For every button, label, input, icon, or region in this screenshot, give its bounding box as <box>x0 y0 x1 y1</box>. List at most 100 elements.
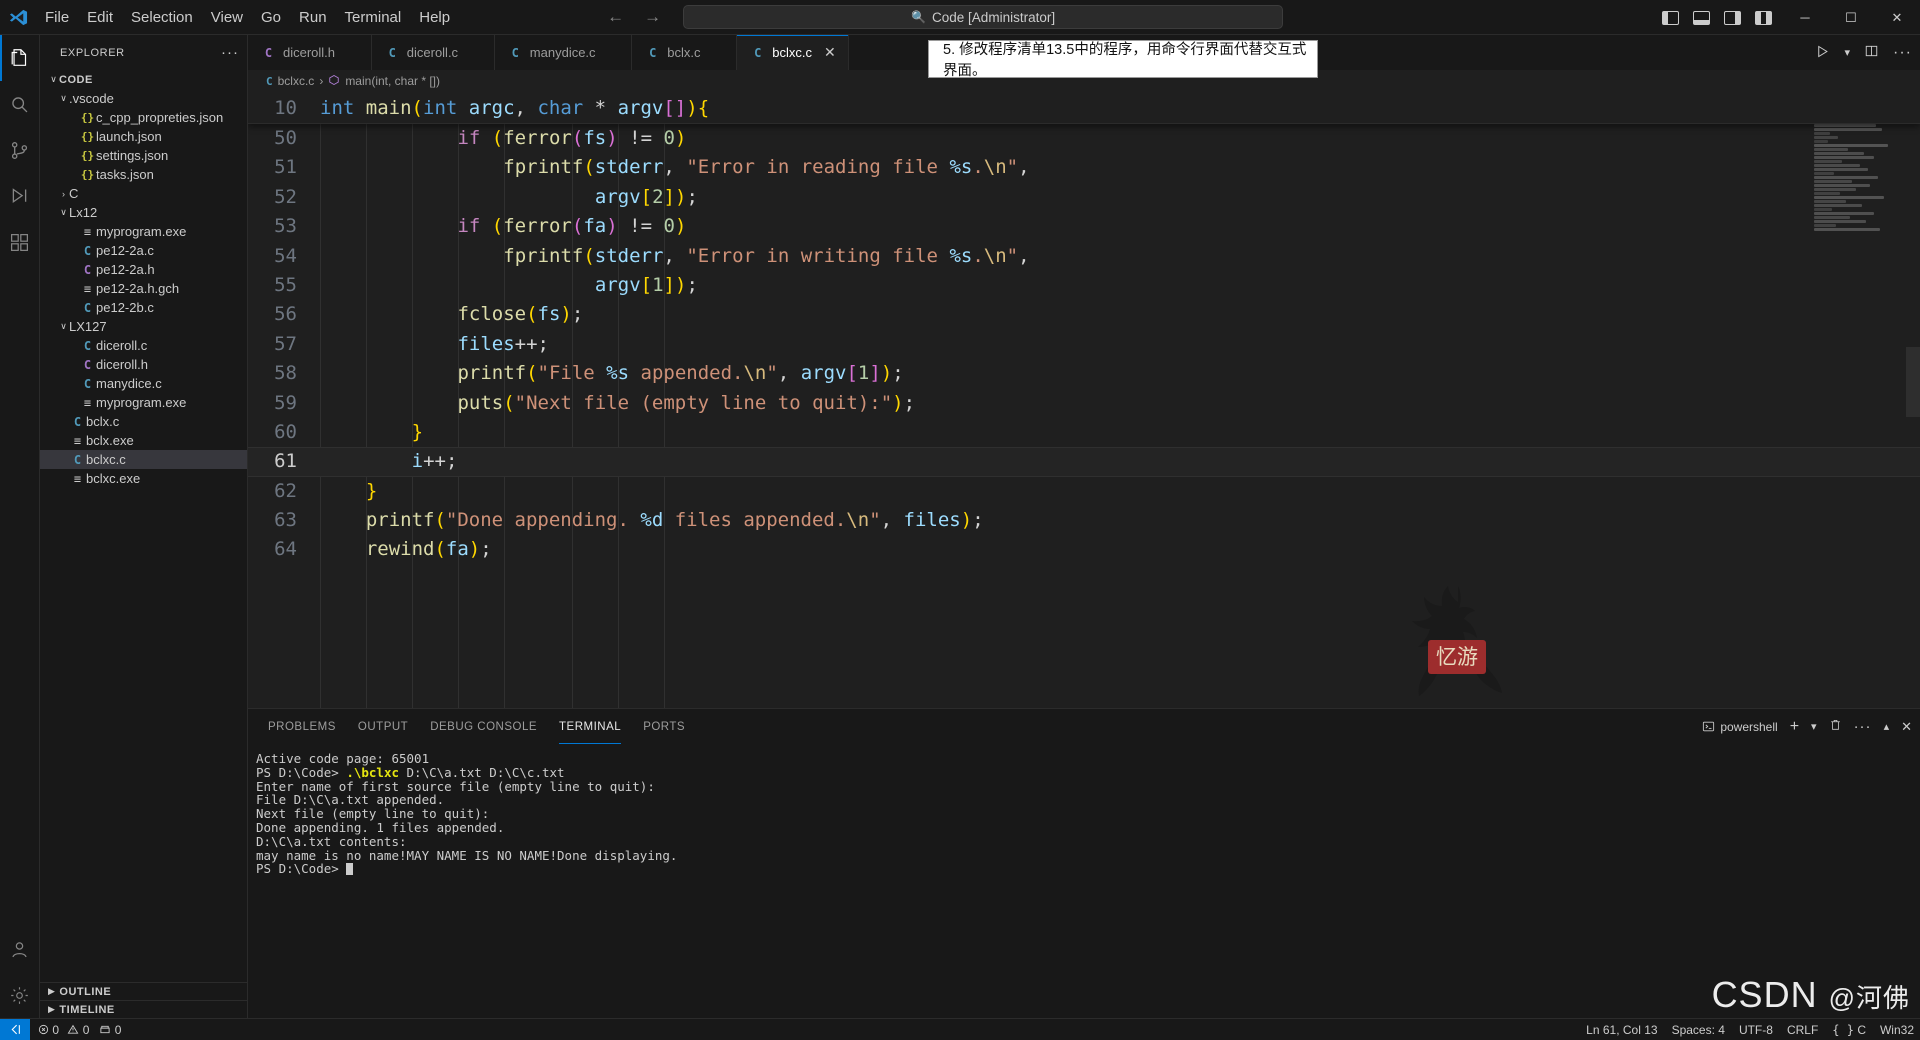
activity-search[interactable] <box>0 81 40 127</box>
tree-file-bclxc.exe[interactable]: ≡ bclxc.exe <box>40 469 247 488</box>
tree-file-launch.json[interactable]: {} launch.json <box>40 127 247 146</box>
code-line[interactable]: 54 fprintf(stderr, "Error in writing fil… <box>248 242 1920 271</box>
tree-file-c_cpp_propreties.json[interactable]: {} c_cpp_propreties.json <box>40 108 247 127</box>
activity-extensions[interactable] <box>0 219 40 265</box>
panel-tab-ports[interactable]: PORTS <box>643 709 685 744</box>
menu-go[interactable]: Go <box>252 5 290 30</box>
menu-run[interactable]: Run <box>290 5 336 30</box>
tree-file-pe12-2b.c[interactable]: Cpe12-2b.c <box>40 298 247 317</box>
code-line[interactable]: 63 printf("Done appending. %d files appe… <box>248 506 1920 535</box>
code-line[interactable]: 58 printf("File %s appended.\n", argv[1]… <box>248 359 1920 388</box>
tree-file-settings.json[interactable]: {} settings.json <box>40 146 247 165</box>
panel-more-actions-icon[interactable]: ··· <box>1854 718 1872 735</box>
terminal-dropdown-chevron-icon[interactable]: ▾ <box>1811 720 1817 733</box>
sidebar-section-outline[interactable]: ▶ OUTLINE <box>40 982 247 1000</box>
code-line[interactable]: 64 rewind(fa); <box>248 535 1920 564</box>
kill-terminal-trash-icon[interactable] <box>1829 718 1842 735</box>
panel-tab-debug-console[interactable]: DEBUG CONSOLE <box>430 709 537 744</box>
tree-file-bclxc.c[interactable]: Cbclxc.c <box>40 450 247 469</box>
menu-file[interactable]: File <box>36 5 78 30</box>
tree-folder-lx127[interactable]: ∨ LX127 <box>40 317 247 336</box>
maximize-panel-chevron-up-icon[interactable]: ▴ <box>1884 720 1890 733</box>
tree-root-code[interactable]: ∨ CODE <box>40 70 247 89</box>
editor-tabs[interactable]: Cdiceroll.h✕Cdiceroll.c✕Cmanydice.c✕Cbcl… <box>248 35 849 70</box>
code-line[interactable]: 53 if (ferror(fa) != 0) <box>248 212 1920 241</box>
maximize-button[interactable]: ☐ <box>1828 0 1874 35</box>
editor-tab-diceroll-h[interactable]: Cdiceroll.h✕ <box>248 35 372 70</box>
panel-tab-problems[interactable]: PROBLEMS <box>268 709 336 744</box>
breadcrumb-file[interactable]: bclxc.c <box>278 74 315 88</box>
split-editor-icon[interactable] <box>1864 44 1879 61</box>
close-panel-icon[interactable]: ✕ <box>1901 719 1912 735</box>
tree-file-bclx.exe[interactable]: ≡ bclx.exe <box>40 431 247 450</box>
ports-status[interactable]: 0 <box>99 1023 121 1037</box>
toggle-panel-icon[interactable] <box>1693 10 1710 25</box>
tree-file-manydice.c[interactable]: Cmanydice.c <box>40 374 247 393</box>
tree-file-diceroll.c[interactable]: Cdiceroll.c <box>40 336 247 355</box>
minimize-button[interactable]: ─ <box>1782 0 1828 35</box>
code-line-current[interactable]: 61 i++; <box>248 447 1920 477</box>
code-line[interactable]: 59 puts("Next file (empty line to quit):… <box>248 389 1920 418</box>
run-code-icon[interactable] <box>1815 44 1830 62</box>
toggle-secondary-sidebar-icon[interactable] <box>1724 10 1741 25</box>
tree-folder-.vscode[interactable]: ∨ .vscode <box>40 89 247 108</box>
tree-file-bclx.c[interactable]: Cbclx.c <box>40 412 247 431</box>
encoding[interactable]: UTF-8 <box>1739 1023 1773 1037</box>
code-line[interactable]: 50 if (ferror(fs) != 0) <box>248 124 1920 153</box>
editor-tab-bclx-c[interactable]: Cbclx.c✕ <box>632 35 738 70</box>
terminal-output[interactable]: Active code page: 65001 PS D:\Code> .\bcl… <box>248 744 1920 1018</box>
tree-file-tasks.json[interactable]: {} tasks.json <box>40 165 247 184</box>
remote-indicator[interactable] <box>0 1018 30 1040</box>
panel-tab-terminal[interactable]: TERMINAL <box>559 709 622 744</box>
tree-file-pe12-2a.h[interactable]: Cpe12-2a.h <box>40 260 247 279</box>
activity-manage-gear-icon[interactable] <box>0 972 40 1018</box>
go-forward-icon[interactable]: → <box>644 7 661 27</box>
new-terminal-icon[interactable]: + <box>1790 718 1799 736</box>
language-mode[interactable]: { } C <box>1832 1023 1866 1037</box>
code-line[interactable]: 52 argv[2]); <box>248 183 1920 212</box>
customize-layout-icon[interactable] <box>1755 10 1772 25</box>
tree-folder-c[interactable]: › C <box>40 184 247 203</box>
sticky-scroll-header[interactable]: 10 int main(int argc, char * argv[]){ <box>248 92 1920 124</box>
quick-input-bar[interactable]: 🔍 Code [Administrator] <box>683 5 1284 29</box>
sidebar-section-timeline[interactable]: ▶ TIMELINE <box>40 1000 247 1018</box>
code-line[interactable]: 51 fprintf(stderr, "Error in reading fil… <box>248 153 1920 182</box>
code-line[interactable]: 57 files++; <box>248 330 1920 359</box>
breadcrumb-symbol[interactable]: main(int, char * []) <box>345 74 440 88</box>
menu-terminal[interactable]: Terminal <box>336 5 411 30</box>
file-tree[interactable]: ∨ CODE ∨ .vscode{} c_cpp_propreties.json{} la… <box>40 70 247 982</box>
code-line[interactable]: 60 } <box>248 418 1920 447</box>
editor-tab-bclxc-c[interactable]: Cbclxc.c ✕ <box>737 35 849 70</box>
code-editor[interactable]: 10 int main(int argc, char * argv[]){ 50… <box>248 92 1920 708</box>
editor-tab-manydice-c[interactable]: Cmanydice.c✕ <box>494 35 633 70</box>
tree-file-pe12-2a.h.gch[interactable]: ≡ pe12-2a.h.gch <box>40 279 247 298</box>
menu-help[interactable]: Help <box>410 5 459 30</box>
indentation[interactable]: Spaces: 4 <box>1672 1023 1725 1037</box>
chevron-down-icon[interactable]: ▾ <box>1844 46 1850 59</box>
code-line[interactable]: 62 } <box>248 477 1920 506</box>
platform[interactable]: Win32 <box>1880 1023 1914 1037</box>
code-line[interactable]: 56 fclose(fs); <box>248 300 1920 329</box>
tree-file-myprogram.exe[interactable]: ≡ myprogram.exe <box>40 393 247 412</box>
menu-edit[interactable]: Edit <box>78 5 122 30</box>
code-line[interactable]: 55 argv[1]); <box>248 271 1920 300</box>
problems-status[interactable]: 0 0 <box>38 1023 89 1037</box>
cursor-position[interactable]: Ln 61, Col 13 <box>1586 1023 1657 1037</box>
tree-file-diceroll.h[interactable]: Cdiceroll.h <box>40 355 247 374</box>
go-back-icon[interactable]: ← <box>607 7 624 27</box>
tree-file-pe12-2a.c[interactable]: Cpe12-2a.c <box>40 241 247 260</box>
activity-run-and-debug[interactable] <box>0 173 40 219</box>
menu-view[interactable]: View <box>202 5 252 30</box>
activity-accounts[interactable] <box>0 926 40 972</box>
sidebar-more-actions-icon[interactable]: ··· <box>221 44 239 61</box>
close-button[interactable]: ✕ <box>1874 0 1920 35</box>
terminal-shell-chip[interactable]: powershell <box>1702 720 1778 734</box>
eol[interactable]: CRLF <box>1787 1023 1818 1037</box>
toggle-primary-sidebar-icon[interactable] <box>1662 10 1679 25</box>
menu-selection[interactable]: Selection <box>122 5 202 30</box>
panel-tab-output[interactable]: OUTPUT <box>358 709 408 744</box>
panel-tabs[interactable]: PROBLEMS OUTPUT DEBUG CONSOLE TERMINAL PORTS <box>248 709 1920 744</box>
close-tab-icon[interactable]: ✕ <box>824 44 836 61</box>
activity-explorer[interactable] <box>0 35 40 81</box>
activity-source-control[interactable] <box>0 127 40 173</box>
